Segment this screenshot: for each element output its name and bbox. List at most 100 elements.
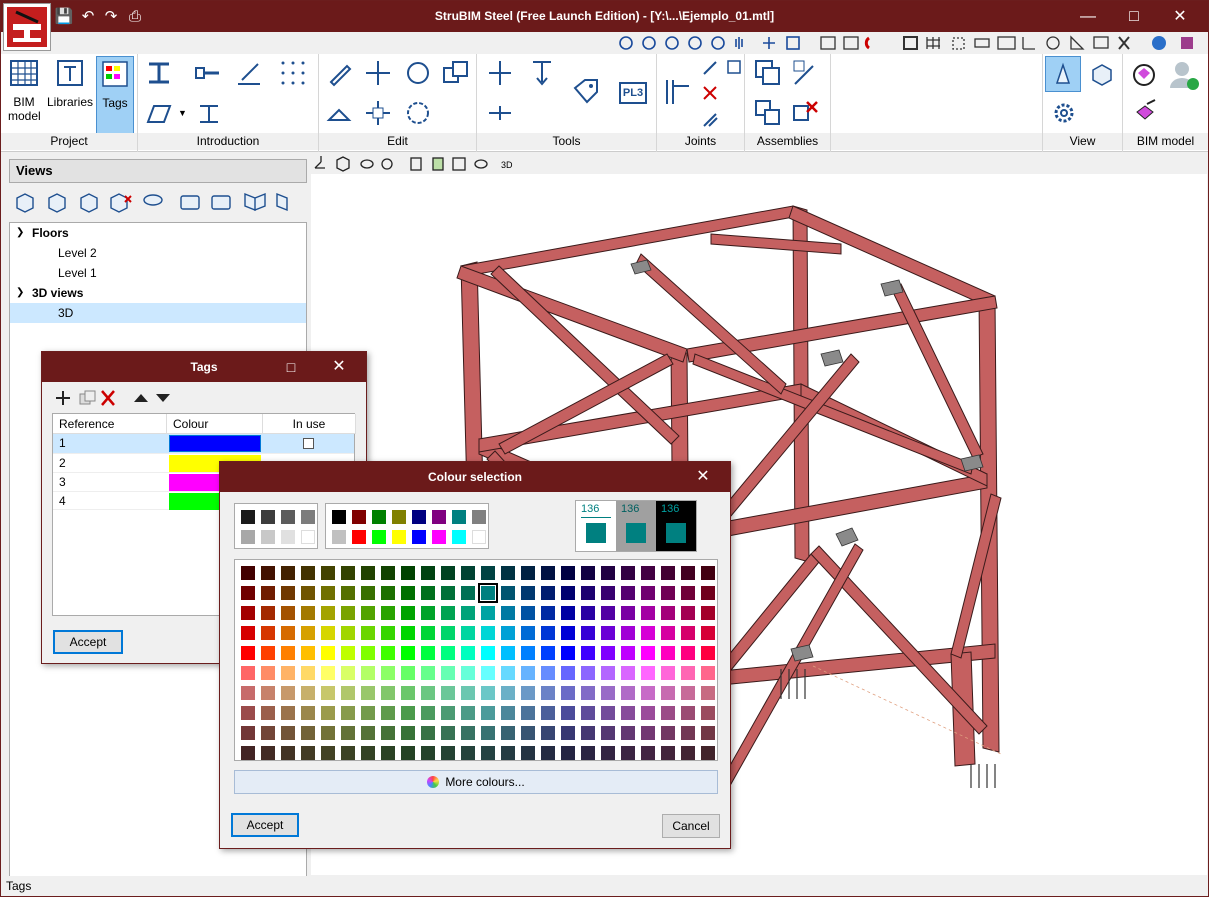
align-icon[interactable] — [485, 58, 515, 88]
colour-swatch[interactable] — [281, 530, 295, 544]
palette-swatch[interactable] — [501, 746, 515, 760]
palette-swatch[interactable] — [301, 566, 315, 580]
col-reference[interactable]: Reference — [53, 414, 167, 434]
palette-swatch[interactable] — [321, 646, 335, 660]
palette-swatch[interactable] — [321, 726, 335, 740]
palette-swatch[interactable] — [481, 726, 495, 740]
joint-copy-icon[interactable] — [701, 110, 721, 130]
palette-swatch[interactable] — [341, 566, 355, 580]
palette-swatch[interactable] — [361, 646, 375, 660]
palette-swatch[interactable] — [321, 566, 335, 580]
palette-swatch[interactable] — [601, 606, 615, 620]
palette-swatch[interactable] — [301, 646, 315, 660]
palette-swatch[interactable] — [541, 606, 555, 620]
palette-swatch[interactable] — [321, 686, 335, 700]
palette-swatch[interactable] — [241, 726, 255, 740]
palette-swatch[interactable] — [681, 566, 695, 580]
more-colours-button[interactable]: More colours... — [234, 770, 718, 794]
palette-swatch[interactable] — [701, 606, 715, 620]
palette-swatch[interactable] — [601, 586, 615, 600]
palette-swatch[interactable] — [561, 646, 575, 660]
colour-swatch[interactable] — [472, 530, 486, 544]
palette-swatch[interactable] — [601, 626, 615, 640]
palette-swatch[interactable] — [581, 566, 595, 580]
tree-item-3d-views[interactable]: ❯ 3D views — [10, 283, 306, 303]
palette-swatch[interactable] — [321, 746, 335, 760]
colour-swatch[interactable] — [452, 510, 466, 524]
palette-swatch[interactable] — [481, 746, 495, 760]
palette-swatch[interactable] — [621, 586, 635, 600]
palette-swatch[interactable] — [241, 686, 255, 700]
palette-swatch[interactable] — [301, 626, 315, 640]
palette-swatch[interactable] — [421, 746, 435, 760]
palette-swatch[interactable] — [361, 586, 375, 600]
palette-swatch[interactable] — [641, 566, 655, 580]
tree-item-level-1[interactable]: Level 1 — [10, 263, 306, 283]
colour-swatch[interactable] — [281, 510, 295, 524]
palette-swatch[interactable] — [701, 586, 715, 600]
palette-swatch[interactable] — [461, 626, 475, 640]
palette-swatch[interactable] — [361, 746, 375, 760]
palette-swatch[interactable] — [301, 666, 315, 680]
palette-swatch[interactable] — [541, 626, 555, 640]
colour-swatch[interactable] — [372, 530, 386, 544]
palette-swatch[interactable] — [701, 626, 715, 640]
palette-swatch[interactable] — [561, 686, 575, 700]
libraries-button[interactable]: Libraries — [47, 58, 93, 130]
palette-swatch[interactable] — [481, 606, 495, 620]
palette-swatch[interactable] — [461, 666, 475, 680]
palette-swatch[interactable] — [441, 626, 455, 640]
palette-swatch[interactable] — [421, 686, 435, 700]
palette-swatch[interactable] — [301, 726, 315, 740]
palette-swatch[interactable] — [561, 726, 575, 740]
palette-swatch[interactable] — [561, 746, 575, 760]
palette-swatch[interactable] — [281, 666, 295, 680]
palette-swatch[interactable] — [641, 726, 655, 740]
palette-swatch[interactable] — [241, 586, 255, 600]
palette-swatch[interactable] — [621, 706, 635, 720]
palette-swatch[interactable] — [521, 626, 535, 640]
palette-swatch[interactable] — [661, 586, 675, 600]
palette-swatch[interactable] — [681, 746, 695, 760]
palette-swatch[interactable] — [701, 646, 715, 660]
palette-swatch[interactable] — [501, 666, 515, 680]
palette-swatch[interactable] — [501, 726, 515, 740]
palette-swatch[interactable] — [361, 626, 375, 640]
palette-swatch[interactable] — [701, 746, 715, 760]
palette-swatch[interactable] — [421, 626, 435, 640]
settings-gear-icon[interactable] — [1049, 98, 1079, 128]
palette-swatch[interactable] — [621, 566, 635, 580]
collapse-chevron-icon[interactable]: ❯ — [16, 223, 24, 243]
palette-swatch[interactable] — [501, 586, 515, 600]
tags-accept-button[interactable]: Accept — [53, 630, 123, 654]
palette-swatch[interactable] — [581, 666, 595, 680]
palette-swatch[interactable] — [581, 606, 595, 620]
palette-swatch[interactable] — [401, 726, 415, 740]
palette-swatch[interactable] — [241, 606, 255, 620]
palette-swatch[interactable] — [381, 666, 395, 680]
palette-swatch[interactable] — [281, 646, 295, 660]
palette-swatch[interactable] — [401, 626, 415, 640]
palette-swatch[interactable] — [521, 586, 535, 600]
tags-maximize-button[interactable]: □ — [276, 352, 306, 382]
palette-swatch[interactable] — [421, 606, 435, 620]
palette-swatch[interactable] — [521, 706, 535, 720]
palette-swatch[interactable] — [441, 726, 455, 740]
col-colour[interactable]: Colour — [167, 414, 263, 434]
colour-swatch[interactable] — [432, 510, 446, 524]
palette-swatch[interactable] — [681, 666, 695, 680]
palette-swatch[interactable] — [701, 726, 715, 740]
palette-swatch[interactable] — [341, 586, 355, 600]
palette-swatch[interactable] — [401, 666, 415, 680]
viewport-toolbar-icons[interactable]: 3D — [311, 154, 541, 174]
toolstrip-icons[interactable] — [1, 32, 1208, 54]
cube-view-icon[interactable] — [1087, 60, 1117, 90]
palette-swatch[interactable] — [661, 666, 675, 680]
palette-swatch[interactable] — [661, 646, 675, 660]
palette-swatch[interactable] — [641, 606, 655, 620]
palette-swatch[interactable] — [541, 746, 555, 760]
palette-swatch[interactable] — [361, 666, 375, 680]
palette-swatch[interactable] — [421, 566, 435, 580]
palette-swatch[interactable] — [661, 706, 675, 720]
palette-swatch[interactable] — [381, 586, 395, 600]
